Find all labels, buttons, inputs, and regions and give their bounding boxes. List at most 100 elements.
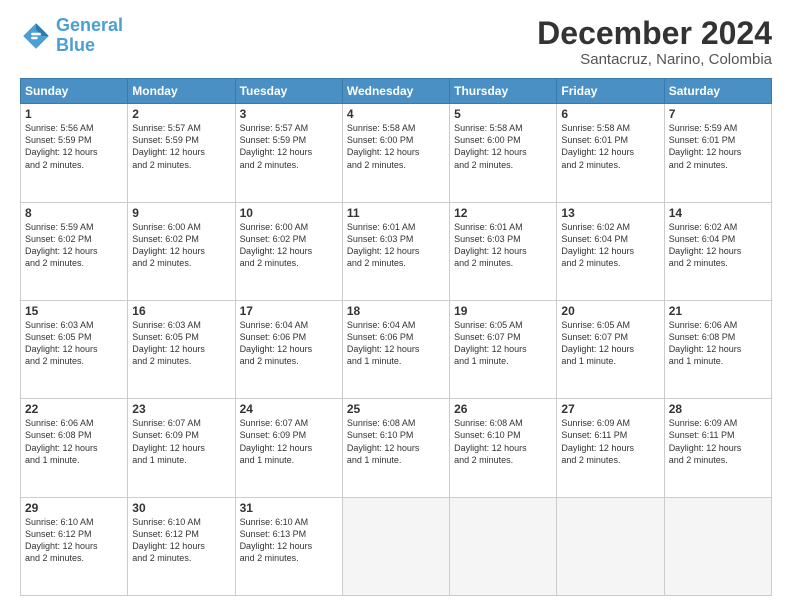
day-number: 15	[25, 304, 123, 318]
calendar-cell: 3Sunrise: 5:57 AM Sunset: 5:59 PM Daylig…	[235, 104, 342, 202]
calendar-cell: 27Sunrise: 6:09 AM Sunset: 6:11 PM Dayli…	[557, 399, 664, 497]
calendar-cell: 17Sunrise: 6:04 AM Sunset: 6:06 PM Dayli…	[235, 300, 342, 398]
day-number: 17	[240, 304, 338, 318]
day-number: 29	[25, 501, 123, 515]
day-number: 10	[240, 206, 338, 220]
calendar-cell: 14Sunrise: 6:02 AM Sunset: 6:04 PM Dayli…	[664, 202, 771, 300]
day-info: Sunrise: 5:59 AM Sunset: 6:02 PM Dayligh…	[25, 221, 123, 270]
calendar-cell: 21Sunrise: 6:06 AM Sunset: 6:08 PM Dayli…	[664, 300, 771, 398]
calendar-week-row: 8Sunrise: 5:59 AM Sunset: 6:02 PM Daylig…	[21, 202, 772, 300]
calendar-cell: 5Sunrise: 5:58 AM Sunset: 6:00 PM Daylig…	[450, 104, 557, 202]
day-info: Sunrise: 6:07 AM Sunset: 6:09 PM Dayligh…	[132, 417, 230, 466]
day-number: 5	[454, 107, 552, 121]
main-title: December 2024	[537, 16, 772, 51]
calendar-cell: 2Sunrise: 5:57 AM Sunset: 5:59 PM Daylig…	[128, 104, 235, 202]
calendar-cell: 30Sunrise: 6:10 AM Sunset: 6:12 PM Dayli…	[128, 497, 235, 595]
day-number: 22	[25, 402, 123, 416]
calendar-cell: 19Sunrise: 6:05 AM Sunset: 6:07 PM Dayli…	[450, 300, 557, 398]
calendar-day-header: Monday	[128, 79, 235, 104]
page: General Blue December 2024 Santacruz, Na…	[0, 0, 792, 612]
day-number: 23	[132, 402, 230, 416]
calendar-cell: 15Sunrise: 6:03 AM Sunset: 6:05 PM Dayli…	[21, 300, 128, 398]
day-number: 1	[25, 107, 123, 121]
day-info: Sunrise: 5:56 AM Sunset: 5:59 PM Dayligh…	[25, 122, 123, 171]
subtitle: Santacruz, Narino, Colombia	[537, 51, 772, 68]
day-info: Sunrise: 6:08 AM Sunset: 6:10 PM Dayligh…	[347, 417, 445, 466]
calendar-cell: 7Sunrise: 5:59 AM Sunset: 6:01 PM Daylig…	[664, 104, 771, 202]
day-number: 28	[669, 402, 767, 416]
calendar-cell	[342, 497, 449, 595]
day-info: Sunrise: 6:04 AM Sunset: 6:06 PM Dayligh…	[240, 319, 338, 368]
day-number: 4	[347, 107, 445, 121]
calendar-cell: 25Sunrise: 6:08 AM Sunset: 6:10 PM Dayli…	[342, 399, 449, 497]
day-number: 27	[561, 402, 659, 416]
calendar-cell: 12Sunrise: 6:01 AM Sunset: 6:03 PM Dayli…	[450, 202, 557, 300]
calendar-cell: 10Sunrise: 6:00 AM Sunset: 6:02 PM Dayli…	[235, 202, 342, 300]
calendar-cell: 9Sunrise: 6:00 AM Sunset: 6:02 PM Daylig…	[128, 202, 235, 300]
calendar-header-row: SundayMondayTuesdayWednesdayThursdayFrid…	[21, 79, 772, 104]
day-number: 20	[561, 304, 659, 318]
calendar-cell: 29Sunrise: 6:10 AM Sunset: 6:12 PM Dayli…	[21, 497, 128, 595]
day-number: 7	[669, 107, 767, 121]
logo-text: General Blue	[56, 16, 123, 56]
day-number: 19	[454, 304, 552, 318]
day-info: Sunrise: 6:00 AM Sunset: 6:02 PM Dayligh…	[132, 221, 230, 270]
day-info: Sunrise: 6:06 AM Sunset: 6:08 PM Dayligh…	[25, 417, 123, 466]
calendar-cell: 24Sunrise: 6:07 AM Sunset: 6:09 PM Dayli…	[235, 399, 342, 497]
calendar-cell: 4Sunrise: 5:58 AM Sunset: 6:00 PM Daylig…	[342, 104, 449, 202]
calendar-cell: 18Sunrise: 6:04 AM Sunset: 6:06 PM Dayli…	[342, 300, 449, 398]
day-number: 6	[561, 107, 659, 121]
calendar-day-header: Wednesday	[342, 79, 449, 104]
day-info: Sunrise: 6:10 AM Sunset: 6:12 PM Dayligh…	[25, 516, 123, 565]
day-info: Sunrise: 6:05 AM Sunset: 6:07 PM Dayligh…	[454, 319, 552, 368]
day-number: 12	[454, 206, 552, 220]
day-number: 9	[132, 206, 230, 220]
calendar-week-row: 15Sunrise: 6:03 AM Sunset: 6:05 PM Dayli…	[21, 300, 772, 398]
day-info: Sunrise: 5:57 AM Sunset: 5:59 PM Dayligh…	[132, 122, 230, 171]
day-info: Sunrise: 6:06 AM Sunset: 6:08 PM Dayligh…	[669, 319, 767, 368]
day-info: Sunrise: 5:58 AM Sunset: 6:00 PM Dayligh…	[454, 122, 552, 171]
calendar-cell: 1Sunrise: 5:56 AM Sunset: 5:59 PM Daylig…	[21, 104, 128, 202]
day-info: Sunrise: 6:07 AM Sunset: 6:09 PM Dayligh…	[240, 417, 338, 466]
header: General Blue December 2024 Santacruz, Na…	[20, 16, 772, 68]
day-number: 14	[669, 206, 767, 220]
calendar: SundayMondayTuesdayWednesdayThursdayFrid…	[20, 78, 772, 596]
day-info: Sunrise: 6:00 AM Sunset: 6:02 PM Dayligh…	[240, 221, 338, 270]
day-info: Sunrise: 6:09 AM Sunset: 6:11 PM Dayligh…	[561, 417, 659, 466]
day-info: Sunrise: 6:01 AM Sunset: 6:03 PM Dayligh…	[454, 221, 552, 270]
calendar-week-row: 1Sunrise: 5:56 AM Sunset: 5:59 PM Daylig…	[21, 104, 772, 202]
day-number: 18	[347, 304, 445, 318]
calendar-cell: 6Sunrise: 5:58 AM Sunset: 6:01 PM Daylig…	[557, 104, 664, 202]
calendar-cell: 26Sunrise: 6:08 AM Sunset: 6:10 PM Dayli…	[450, 399, 557, 497]
day-number: 11	[347, 206, 445, 220]
day-number: 24	[240, 402, 338, 416]
day-number: 21	[669, 304, 767, 318]
day-info: Sunrise: 5:57 AM Sunset: 5:59 PM Dayligh…	[240, 122, 338, 171]
day-number: 30	[132, 501, 230, 515]
day-number: 16	[132, 304, 230, 318]
calendar-day-header: Sunday	[21, 79, 128, 104]
day-info: Sunrise: 6:03 AM Sunset: 6:05 PM Dayligh…	[132, 319, 230, 368]
logo-icon	[20, 20, 52, 52]
logo-blue: Blue	[56, 36, 123, 56]
day-info: Sunrise: 6:03 AM Sunset: 6:05 PM Dayligh…	[25, 319, 123, 368]
day-info: Sunrise: 6:04 AM Sunset: 6:06 PM Dayligh…	[347, 319, 445, 368]
calendar-cell: 16Sunrise: 6:03 AM Sunset: 6:05 PM Dayli…	[128, 300, 235, 398]
day-number: 25	[347, 402, 445, 416]
calendar-day-header: Tuesday	[235, 79, 342, 104]
day-info: Sunrise: 6:05 AM Sunset: 6:07 PM Dayligh…	[561, 319, 659, 368]
calendar-cell: 28Sunrise: 6:09 AM Sunset: 6:11 PM Dayli…	[664, 399, 771, 497]
day-info: Sunrise: 6:02 AM Sunset: 6:04 PM Dayligh…	[669, 221, 767, 270]
calendar-cell: 31Sunrise: 6:10 AM Sunset: 6:13 PM Dayli…	[235, 497, 342, 595]
day-number: 8	[25, 206, 123, 220]
day-number: 26	[454, 402, 552, 416]
calendar-cell: 13Sunrise: 6:02 AM Sunset: 6:04 PM Dayli…	[557, 202, 664, 300]
day-number: 31	[240, 501, 338, 515]
calendar-cell: 8Sunrise: 5:59 AM Sunset: 6:02 PM Daylig…	[21, 202, 128, 300]
day-info: Sunrise: 5:58 AM Sunset: 6:01 PM Dayligh…	[561, 122, 659, 171]
calendar-week-row: 22Sunrise: 6:06 AM Sunset: 6:08 PM Dayli…	[21, 399, 772, 497]
day-info: Sunrise: 5:59 AM Sunset: 6:01 PM Dayligh…	[669, 122, 767, 171]
calendar-cell: 22Sunrise: 6:06 AM Sunset: 6:08 PM Dayli…	[21, 399, 128, 497]
calendar-cell: 20Sunrise: 6:05 AM Sunset: 6:07 PM Dayli…	[557, 300, 664, 398]
calendar-day-header: Saturday	[664, 79, 771, 104]
